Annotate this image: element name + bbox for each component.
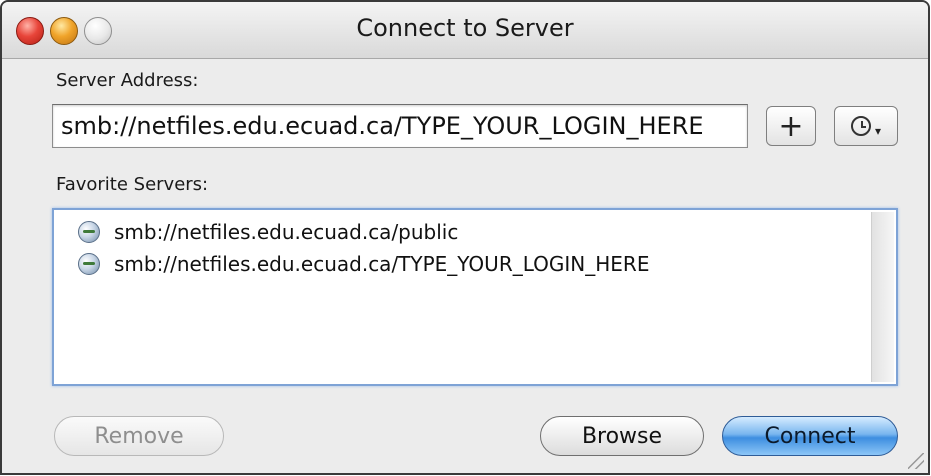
list-item[interactable]: smb://netfiles.edu.ecuad.ca/TYPE_YOUR_LO… (78, 250, 649, 278)
list-scrollbar[interactable] (871, 212, 894, 382)
clock-icon (850, 116, 871, 136)
remove-button[interactable]: Remove (54, 416, 224, 456)
server-globe-icon (78, 221, 100, 243)
favorite-servers-label: Favorite Servers: (56, 174, 209, 195)
server-globe-icon (78, 253, 100, 275)
window-title: Connect to Server (356, 14, 574, 42)
dropdown-arrow-icon: ▾ (874, 124, 882, 138)
server-address-input[interactable] (52, 104, 748, 148)
connect-button[interactable]: Connect (722, 416, 898, 456)
title-bar[interactable]: Connect to Server (2, 2, 928, 59)
favorite-server-label: smb://netfiles.edu.ecuad.ca/public (114, 220, 459, 244)
browse-button[interactable]: Browse (540, 416, 704, 456)
list-item[interactable]: smb://netfiles.edu.ecuad.ca/public (78, 218, 458, 246)
resize-grip-icon[interactable] (908, 453, 924, 469)
favorite-servers-list[interactable]: smb://netfiles.edu.ecuad.ca/public smb:/… (52, 208, 898, 386)
favorite-server-label: smb://netfiles.edu.ecuad.ca/TYPE_YOUR_LO… (114, 252, 650, 276)
recent-servers-button[interactable]: ▾ (834, 106, 898, 146)
add-to-favorites-button[interactable]: + (766, 106, 816, 146)
connect-to-server-window: Connect to Server Server Address: + ▾ Fa… (0, 0, 930, 475)
server-address-label: Server Address: (56, 70, 199, 91)
